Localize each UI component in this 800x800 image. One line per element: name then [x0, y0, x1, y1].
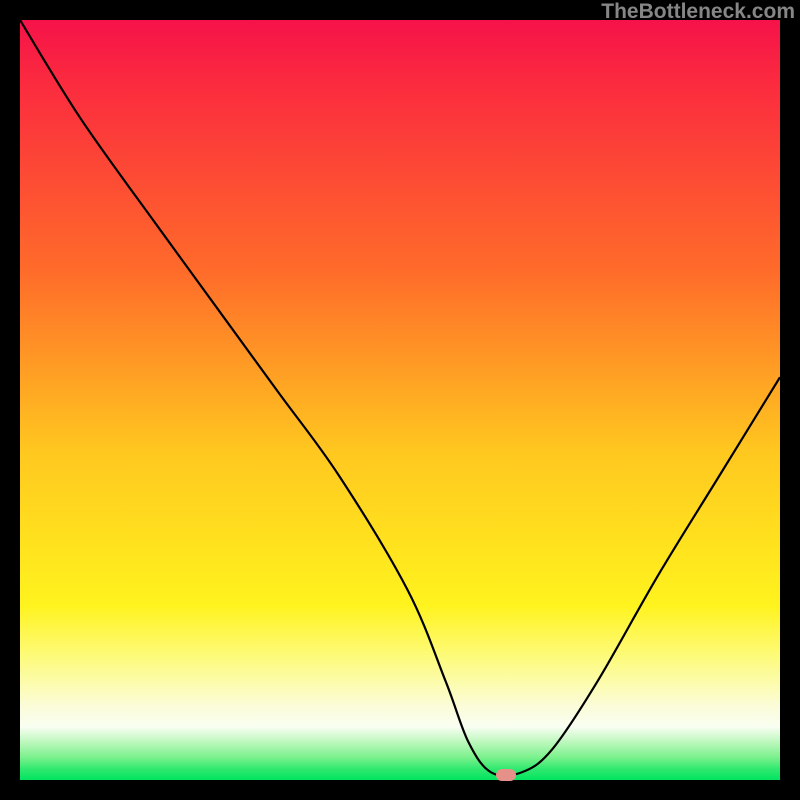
chart-frame: TheBottleneck.com: [0, 0, 800, 800]
watermark-text: TheBottleneck.com: [601, 0, 795, 24]
optimal-marker: [496, 769, 516, 781]
bottleneck-curve: [20, 20, 780, 780]
curve-line: [20, 20, 780, 776]
chart-plot-area: [20, 20, 780, 780]
